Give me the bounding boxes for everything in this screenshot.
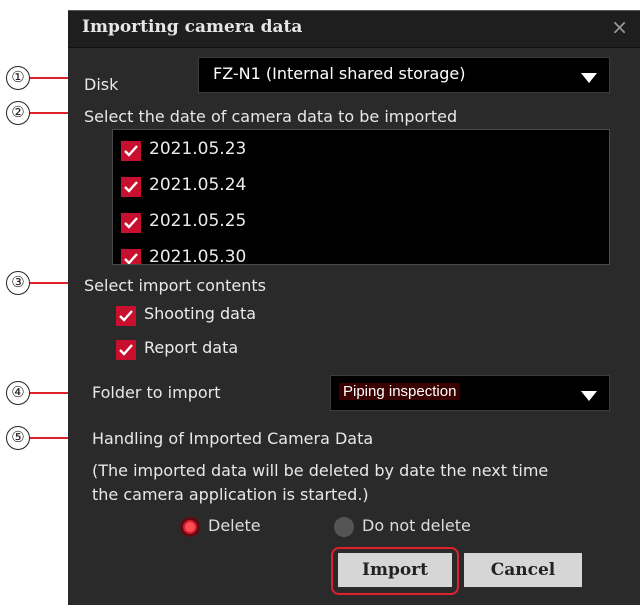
date-list[interactable]: 2021.05.23 2021.05.24 2021.05.25 2021.05… (112, 129, 610, 265)
date-label: 2021.05.25 (149, 211, 247, 231)
callout-number: ⑤ (6, 426, 30, 450)
callout-number: ③ (6, 271, 30, 295)
disk-dropdown[interactable]: FZ-N1 (Internal shared storage) (198, 57, 610, 93)
callout-number: ④ (6, 381, 30, 405)
radio-selected-icon[interactable] (180, 517, 200, 537)
disk-selected-value: FZ-N1 (Internal shared storage) (213, 64, 466, 83)
report-data-label: Report data (144, 338, 239, 357)
chevron-down-icon (581, 391, 597, 401)
import-dialog: Importing camera data × Disk FZ-N1 (Inte… (68, 10, 640, 605)
callout-number: ① (6, 66, 30, 90)
checkbox-checked-icon[interactable] (121, 213, 141, 233)
dialog-title: Importing camera data (82, 17, 303, 37)
checkbox-checked-icon[interactable] (121, 141, 141, 161)
checkbox-checked-icon[interactable] (121, 249, 141, 264)
folder-selected-value: Piping inspection (339, 383, 461, 400)
radio-unselected-icon[interactable] (334, 517, 354, 537)
date-label: 2021.05.23 (149, 139, 247, 159)
handling-note-line1: (The imported data will be deleted by da… (92, 461, 549, 480)
date-label: 2021.05.30 (149, 247, 247, 265)
chevron-down-icon (581, 73, 597, 83)
disk-label: Disk (84, 75, 119, 94)
folder-label: Folder to import (92, 383, 221, 402)
checkbox-checked-icon[interactable] (116, 340, 136, 360)
handling-label: Handling of Imported Camera Data (92, 429, 374, 448)
radio-do-not-delete-label: Do not delete (362, 516, 471, 535)
handling-note-line2: the camera application is started.) (92, 485, 369, 504)
checkbox-checked-icon[interactable] (121, 177, 141, 197)
dialog-titlebar: Importing camera data × (68, 11, 640, 48)
date-label: 2021.05.24 (149, 175, 247, 195)
checkbox-checked-icon[interactable] (116, 306, 136, 326)
contents-section-label: Select import contents (84, 276, 266, 295)
import-button[interactable]: Import (338, 553, 452, 587)
callout-number: ② (6, 101, 30, 125)
radio-delete-label: Delete (208, 516, 261, 535)
folder-dropdown[interactable]: Piping inspection (330, 375, 610, 411)
cancel-button[interactable]: Cancel (464, 553, 582, 587)
date-section-label: Select the date of camera data to be imp… (84, 107, 458, 126)
close-icon[interactable]: × (611, 15, 628, 39)
shooting-data-label: Shooting data (144, 304, 257, 323)
